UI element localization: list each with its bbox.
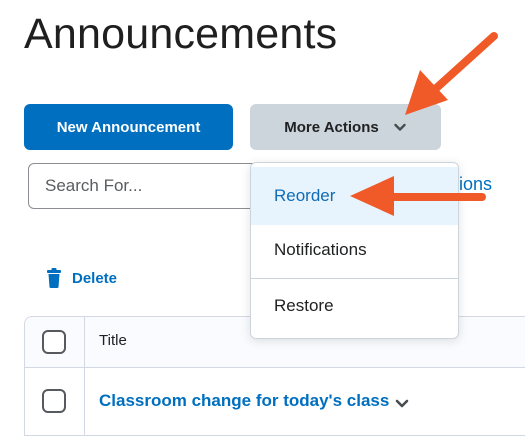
delete-button[interactable]: Delete — [46, 268, 117, 288]
menu-item-restore[interactable]: Restore — [251, 277, 458, 335]
column-header-title: Title — [99, 332, 127, 349]
chevron-down-icon — [394, 123, 406, 131]
trash-icon — [47, 268, 61, 288]
page-title: Announcements — [24, 10, 338, 58]
menu-item-label: Reorder — [274, 186, 336, 205]
delete-label: Delete — [72, 269, 118, 287]
menu-item-notifications[interactable]: Notifications — [251, 221, 458, 279]
more-actions-label: More Actions — [284, 118, 379, 136]
new-announcement-button[interactable]: New Announcement — [24, 104, 233, 150]
more-actions-button[interactable]: More Actions — [250, 104, 441, 150]
column-divider — [84, 317, 85, 435]
new-announcement-label: New Announcement — [56, 118, 201, 136]
menu-item-reorder[interactable]: Reorder — [251, 167, 458, 225]
select-all-checkbox[interactable] — [42, 330, 66, 354]
more-actions-menu: Reorder Notifications Restore — [250, 162, 459, 339]
menu-item-label: Notifications — [274, 240, 367, 259]
chevron-down-icon[interactable] — [394, 397, 410, 411]
search-input[interactable] — [28, 163, 273, 209]
row-checkbox[interactable] — [42, 389, 66, 413]
menu-item-label: Restore — [274, 296, 334, 315]
options-link[interactable]: ions — [459, 174, 492, 195]
announcement-title-link[interactable]: Classroom change for today's class — [99, 391, 389, 411]
